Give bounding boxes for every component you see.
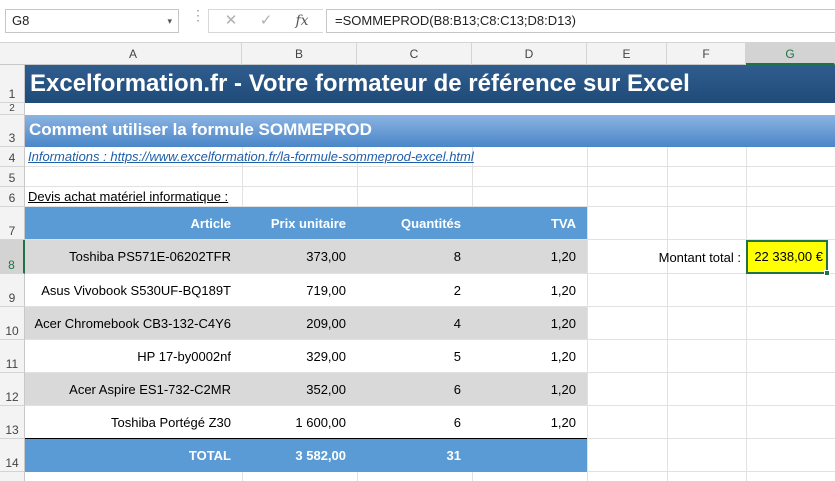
total-amount-cell[interactable]: 22 338,00 € [746,240,828,274]
row-header-1[interactable]: 1 [0,65,25,103]
header-article: Article [190,215,231,231]
row-header-9[interactable]: 9 [0,274,25,307]
banner-title: Excelformation.fr - Votre formateur de r… [25,65,835,103]
cell-quantite[interactable]: 8 [357,240,472,273]
chevron-down-icon[interactable]: ▾ [167,10,172,32]
cancel-icon[interactable]: ✕ [216,10,246,32]
total-prix-cell[interactable]: 3 582,00 [242,439,357,472]
cell-article[interactable]: Toshiba PS571E-06202TFR [25,240,242,273]
cell-prix[interactable]: 209,00 [242,307,357,339]
cell-quantite[interactable]: 5 [357,340,472,372]
gridline [25,186,835,187]
row-header-15[interactable] [0,472,25,481]
cell-quantite[interactable]: 6 [357,373,472,405]
cell-article[interactable]: HP 17-by0002nf [25,340,242,372]
column-header-bar: A B C D E F G [0,43,835,65]
table-header: Article Prix unitaire Quantités TVA [25,207,587,239]
row-header-2[interactable]: 2 [0,103,25,115]
cell-quantite[interactable]: 6 [357,406,472,438]
info-link[interactable]: Informations : https://www.excelformatio… [28,148,474,166]
row-header-4[interactable]: 4 [0,147,25,167]
table-row: HP 17-by0002nf 329,00 5 1,20 [25,340,587,372]
total-tva-cell[interactable] [472,439,587,472]
header-prix: Prix unitaire [270,215,346,231]
column-header-e[interactable]: E [587,43,667,65]
insert-function-icon[interactable]: fx [287,10,317,32]
cell-tva[interactable]: 1,20 [472,240,587,273]
cell-tva[interactable]: 1,20 [472,340,587,372]
cell-article[interactable]: Asus Vivobook S530UF-BQ189T [25,274,242,306]
fill-handle[interactable] [824,270,830,276]
cell-tva[interactable]: 1,20 [472,373,587,405]
row-header-11[interactable]: 11 [0,340,25,373]
row-header-8[interactable]: 8 [0,240,25,274]
cell-article[interactable]: Toshiba Portégé Z30 [25,406,242,438]
column-header-f[interactable]: F [667,43,746,65]
column-header-a[interactable]: A [25,43,242,65]
cell-prix[interactable]: 373,00 [242,240,357,273]
devis-label: Devis achat matériel informatique : [28,189,229,204]
cell-article[interactable]: Acer Chromebook CB3-132-C4Y6 [25,307,242,339]
row-header-12[interactable]: 12 [0,373,25,406]
row-2-spacer [25,103,835,115]
formula-input[interactable]: =SOMMEPROD(B8:B13;C8:C13;D8:D13) [326,9,835,33]
cell-quantite[interactable]: 2 [357,274,472,306]
total-label-cell[interactable]: TOTAL [25,439,242,472]
table-row: Toshiba Portégé Z30 1 600,00 6 1,20 [25,406,587,440]
column-header-c[interactable]: C [357,43,472,65]
cell-tva[interactable]: 1,20 [472,307,587,339]
name-box-value: G8 [12,13,30,28]
cell-quantite[interactable]: 4 [357,307,472,339]
enter-icon[interactable]: ✓ [251,10,281,32]
row-header-7[interactable]: 7 [0,207,25,240]
column-header-g[interactable]: G [746,43,835,65]
row-header-5[interactable]: 5 [0,167,25,187]
header-quantites: Quantités [401,215,461,231]
row-header-13[interactable]: 13 [0,406,25,439]
row-header-6[interactable]: 6 [0,187,25,207]
cell-article[interactable]: Acer Aspire ES1-732-C2MR [25,373,242,405]
table-row: Toshiba PS571E-06202TFR 373,00 8 1,20 [25,240,587,273]
cell-prix[interactable]: 329,00 [242,340,357,372]
table-row: Acer Aspire ES1-732-C2MR 352,00 6 1,20 [25,373,587,405]
cell-tva[interactable]: 1,20 [472,274,587,306]
row-header-10[interactable]: 10 [0,307,25,340]
row-header-3[interactable]: 3 [0,115,25,147]
cell-prix[interactable]: 719,00 [242,274,357,306]
column-header-b[interactable]: B [242,43,357,65]
cell-prix[interactable]: 1 600,00 [242,406,357,438]
gridline [25,166,835,167]
table-row: Acer Chromebook CB3-132-C4Y6 209,00 4 1,… [25,307,587,339]
cell-prix[interactable]: 352,00 [242,373,357,405]
table-total-row: TOTAL 3 582,00 31 [25,439,587,472]
header-tva: TVA [550,215,576,231]
table-row: Asus Vivobook S530UF-BQ189T 719,00 2 1,2… [25,274,587,306]
subtitle: Comment utiliser la formule SOMMEPROD [25,115,835,147]
column-header-d[interactable]: D [472,43,587,65]
name-box[interactable]: G8 ▾ [5,9,179,33]
more-options-icon[interactable]: ⋮ [191,8,205,30]
row-header-14[interactable]: 14 [0,439,25,472]
total-quantite-cell[interactable]: 31 [357,439,472,472]
total-amount-label: Montant total : [658,250,741,265]
formula-buttons: ✕ ✓ fx [208,9,323,33]
cell-tva[interactable]: 1,20 [472,406,587,438]
